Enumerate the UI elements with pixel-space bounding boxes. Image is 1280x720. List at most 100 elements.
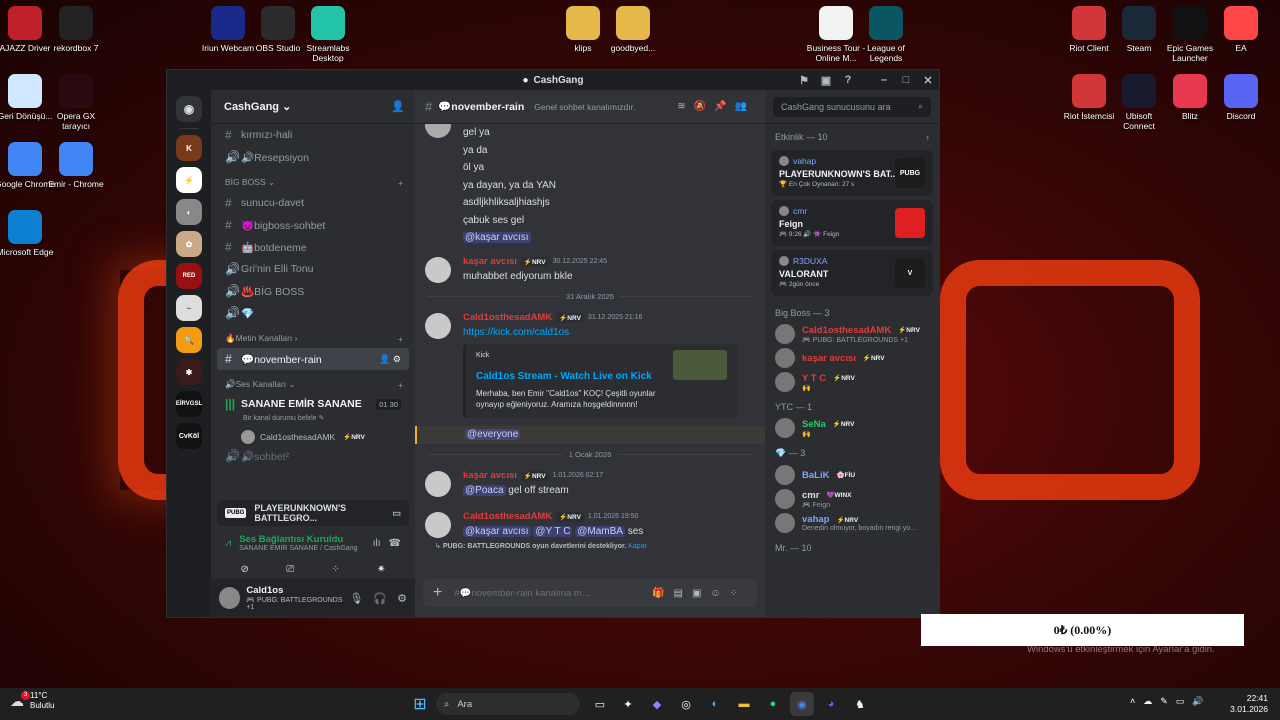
category-ses[interactable]: 🔊Ses Kanalları ⌄ +: [211, 370, 415, 394]
server-icon[interactable]: ✿: [176, 231, 202, 257]
inbox-icon[interactable]: ⚑: [793, 74, 815, 87]
emoji-icon[interactable]: ☺: [710, 588, 729, 599]
add-channel-icon[interactable]: +: [398, 334, 403, 344]
notification-icon[interactable]: 🔕: [694, 101, 714, 112]
user-mention[interactable]: @Poaca: [463, 484, 506, 496]
avatar[interactable]: [425, 511, 451, 538]
desktop-icon[interactable]: League of Legends: [856, 6, 916, 63]
voice-status[interactable]: Bir kanal durumu belirle ✎: [211, 414, 415, 426]
channel-item[interactable]: 🔊 Gri'nin Elli Tonu: [217, 258, 409, 280]
member-item[interactable]: cmr 💜WINX 🎮 Feign: [765, 487, 939, 511]
add-channel-icon[interactable]: +: [398, 380, 403, 390]
minimize-button[interactable]: –: [873, 74, 895, 86]
member-item[interactable]: Cald1osthesadAMK ⚡NRV 🎮 PUBG: BATTLEGROUND…: [765, 322, 939, 346]
headphones-icon[interactable]: 🎧: [373, 592, 387, 605]
apps-icon[interactable]: ⁘: [730, 588, 747, 599]
activities-button[interactable]: ⁘: [316, 560, 356, 580]
desktop-icon[interactable]: Microsoft Edge: [0, 210, 55, 257]
chrome-icon[interactable]: ◉: [790, 692, 814, 716]
help-icon[interactable]: ?: [837, 74, 859, 86]
add-channel-icon[interactable]: +: [398, 178, 403, 188]
discord-icon[interactable]: ◕: [819, 692, 843, 716]
camera-button[interactable]: ⊘: [225, 560, 265, 580]
channel-item[interactable]: 🔊 🔊Resepsiyon: [217, 146, 409, 168]
voice-user[interactable]: Cald1osthesadAMK ⚡NRV: [211, 426, 415, 448]
threads-icon[interactable]: ≋: [677, 101, 693, 112]
user-mention[interactable]: @MamBA: [575, 525, 625, 537]
channel-item[interactable]: 🔊 ♨️BİG BOSS: [217, 280, 409, 302]
invite-close-link[interactable]: Kapat: [628, 543, 646, 550]
server-icon[interactable]: ⚡: [176, 167, 202, 193]
disconnect-icon[interactable]: ☎: [389, 538, 401, 549]
server-icon[interactable]: ◐: [176, 199, 202, 225]
settings-icon[interactable]: ⚙: [397, 592, 407, 605]
spotify-icon[interactable]: ●: [761, 692, 785, 716]
activity-card[interactable]: R3DUXA VALORANT 🎮 2gün önce V: [771, 250, 933, 296]
server-icon[interactable]: 🔍: [176, 327, 202, 353]
file-explorer-icon[interactable]: ▬: [732, 692, 756, 716]
server-icon[interactable]: K: [176, 135, 202, 161]
direct-messages-icon[interactable]: ◉: [176, 96, 202, 122]
soundboard-button[interactable]: ✷: [361, 560, 401, 580]
user-mention[interactable]: @kaşar avcısı: [463, 525, 531, 537]
avatar[interactable]: [425, 470, 451, 497]
message-author[interactable]: kaşar avcısı: [463, 256, 517, 267]
activity-header[interactable]: Etkinlik — 10 ›: [765, 124, 939, 146]
server-header[interactable]: CashGang ⌄ 👤: [211, 90, 415, 124]
message-author[interactable]: kaşar avcısı: [463, 470, 517, 481]
cloud-sync-icon[interactable]: ☁: [1143, 696, 1160, 706]
channel-item[interactable]: # kırmızı-hali: [217, 124, 409, 146]
category-metin[interactable]: 🔥Metin Kanalları › +: [211, 324, 415, 348]
user-mention[interactable]: @kaşar avcısı: [463, 232, 531, 243]
volume-icon[interactable]: 🔊: [1192, 696, 1211, 706]
taskbar-search[interactable]: ⌕ Ara: [436, 693, 580, 715]
game-activity-card[interactable]: PUBG PLAYERUNKNOWN'S BATTLEGRO... ▭: [217, 500, 409, 526]
avatar[interactable]: [219, 587, 241, 609]
member-item[interactable]: vahap ⚡NRV Denedin olmuyor, boyadın rengi …: [765, 511, 939, 535]
embed-thumbnail[interactable]: [673, 349, 727, 380]
pen-icon[interactable]: ✎: [1160, 696, 1176, 706]
message-input[interactable]: #💬november-rain kanalına m...: [454, 588, 652, 599]
member-item[interactable]: SeNa ⚡NRV 🙌: [765, 416, 939, 440]
server-icon[interactable]: ✱: [176, 359, 202, 385]
desktop-icon[interactable]: Streamlabs Desktop: [298, 6, 358, 63]
channel-item[interactable]: # 👿bigboss-sohbet: [217, 214, 409, 236]
tray-chevron-icon[interactable]: ˄: [1130, 696, 1143, 706]
noise-icon[interactable]: ılı: [373, 538, 381, 549]
clock[interactable]: 22:41 3.01.2026: [1230, 693, 1268, 715]
message-link[interactable]: https://kick.com/cald1os: [463, 325, 757, 340]
message-author[interactable]: Cald1osthesadAMK: [463, 312, 552, 323]
channel-item[interactable]: 🔊 🔊sohbet²: [217, 448, 409, 464]
activity-card[interactable]: vahap PLAYERUNKNOWN'S BAT... 🏆 En Çok Oyna…: [771, 150, 933, 196]
channel-settings-icon[interactable]: 👤 ⚙: [379, 354, 401, 365]
server-icon[interactable]: CvKöl: [176, 423, 202, 449]
member-item[interactable]: kaşar avcısı ⚡NRV: [765, 346, 939, 370]
server-icon[interactable]: ~: [176, 295, 202, 321]
channel-item[interactable]: # sunucu-davet: [217, 192, 409, 214]
desktop-icon[interactable]: EA: [1211, 6, 1271, 53]
edge-icon[interactable]: ◐: [703, 692, 727, 716]
task-view-icon[interactable]: ▭: [588, 692, 612, 716]
server-icon[interactable]: EİRVGSL: [176, 391, 202, 417]
app-icon[interactable]: ✦: [616, 692, 640, 716]
member-item[interactable]: BaLiK 🌸FİU: [765, 463, 939, 487]
app-icon[interactable]: ♞: [848, 692, 872, 716]
add-member-icon[interactable]: 👤: [391, 100, 405, 113]
sticker-icon[interactable]: ▣: [692, 588, 710, 599]
avatar[interactable]: [425, 256, 451, 283]
close-button[interactable]: ✕: [917, 74, 939, 87]
desktop-icon[interactable]: Discord: [1211, 74, 1271, 121]
activity-card[interactable]: cmr Feign 🎮 9:26 🔊 👾 Feign: [771, 200, 933, 246]
category-bigboss[interactable]: BİG BOSS ⌄ +: [211, 168, 415, 192]
desktop-icon[interactable]: Opera GX tarayıcı: [46, 74, 106, 131]
server-icon[interactable]: RED: [176, 263, 202, 289]
channel-item[interactable]: 🔊 💎: [217, 302, 409, 324]
app-icon[interactable]: ◎: [674, 692, 698, 716]
stream-icon[interactable]: ▭: [392, 508, 401, 519]
mic-icon[interactable]: 🎙: [349, 592, 363, 605]
screen-icon[interactable]: ▣: [815, 74, 837, 87]
avatar[interactable]: [425, 312, 451, 339]
app-icon[interactable]: ◆: [645, 692, 669, 716]
gif-icon[interactable]: ▤: [673, 588, 691, 599]
weather-widget[interactable]: ☁ 3 11°C Bulutlu: [10, 690, 54, 711]
